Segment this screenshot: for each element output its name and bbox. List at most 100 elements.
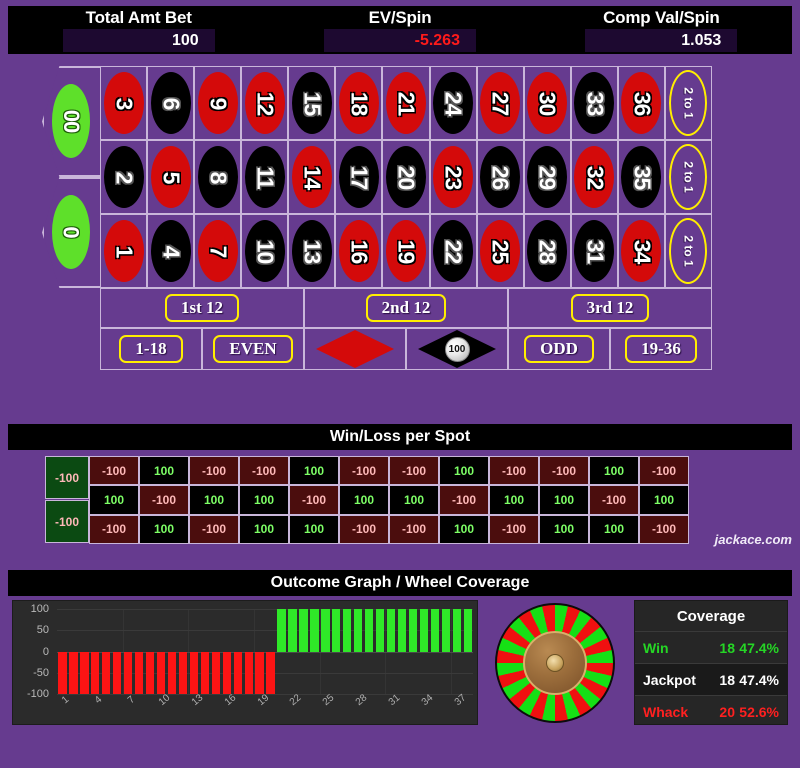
bet-spot-31[interactable]: 31 [570,214,618,288]
bet-spot-even[interactable]: EVEN [202,328,304,370]
number-label: 18 [346,91,373,115]
chart-bar [430,609,440,652]
bet-spot-34[interactable]: 34 [617,214,665,288]
bet-spot-8[interactable]: 8 [194,140,242,214]
bet-spot-19[interactable]: 19 [382,214,430,288]
chart-bars [57,609,473,694]
bet-spot-column-3[interactable]: 2 to 1 [664,214,712,288]
bet-spot-column-2[interactable]: 2 to 1 [664,140,712,214]
bet-spot-column-1[interactable]: 2 to 1 [664,66,712,140]
bet-spot-11[interactable]: 11 [241,140,289,214]
stat-value-box[interactable]: -5.263 [323,29,476,52]
number-oval: 3 [103,72,144,134]
bet-spot-18[interactable]: 18 [335,66,383,140]
x-axis-slot: 34 [418,692,436,722]
win-loss-cell: -100 [189,456,239,486]
bet-spot-2[interactable]: 2 [100,140,148,214]
win-loss-cell: 100 [289,514,339,544]
bet-spot-9[interactable]: 9 [194,66,242,140]
number-oval: 4 [150,220,191,282]
bet-spot-black[interactable]: 100 [406,328,508,370]
chart-bar-slot [101,609,112,694]
win-loss-cell: 100 [439,514,489,544]
bet-chip[interactable]: 100 [444,336,470,362]
chart-bar [178,651,188,694]
bet-spot-14[interactable]: 14 [288,140,336,214]
chart-bar-slot [408,609,419,694]
column-bet-oval: 2 to 1 [669,144,708,210]
chart-bar [69,651,78,694]
bet-spot-28[interactable]: 28 [523,214,571,288]
x-axis-slot [429,694,440,722]
bet-spot-30[interactable]: 30 [523,66,571,140]
chart-bar [156,651,166,694]
stat-value-box[interactable]: 1.053 [585,29,738,52]
column-bet-label: 2 to 1 [681,161,696,193]
stat-value: 1.053 [681,32,722,49]
bet-spot-10[interactable]: 10 [241,214,289,288]
bet-spot-1-18[interactable]: 1-18 [100,328,202,370]
bet-spot-red[interactable] [304,328,406,370]
bet-spot-1[interactable]: 1 [100,214,148,288]
bet-spot-29[interactable]: 29 [523,140,571,214]
bet-spot-0[interactable]: 0 [42,177,100,288]
bet-spot-27[interactable]: 27 [476,66,524,140]
bet-spot-13[interactable]: 13 [288,214,336,288]
bet-spot-35[interactable]: 35 [617,140,665,214]
win-loss-cell: 100 [139,514,189,544]
bet-spot-dozen-1[interactable]: 1st 12 [100,288,304,328]
bet-spot-5[interactable]: 5 [147,140,195,214]
bet-spot-36[interactable]: 36 [617,66,665,140]
number-oval: 6 [150,72,191,134]
bet-spot-24[interactable]: 24 [429,66,477,140]
number-oval: 8 [197,146,238,208]
bet-spot-4[interactable]: 4 [147,214,195,288]
bet-spot-25[interactable]: 25 [476,214,524,288]
bet-spot-3[interactable]: 3 [100,66,148,140]
bet-spot-26[interactable]: 26 [476,140,524,214]
bet-spot-00[interactable]: 00 [42,66,100,177]
bet-spot-dozen-3[interactable]: 3rd 12 [508,288,712,328]
win-loss-cell: -100 [389,514,439,544]
bet-spot-7[interactable]: 7 [194,214,242,288]
number-oval: 27 [480,72,521,134]
bet-spot-17[interactable]: 17 [335,140,383,214]
chart-bar [211,651,220,694]
bet-spot-odd[interactable]: ODD [508,328,610,370]
bet-spot-21[interactable]: 21 [382,66,430,140]
bet-spot-33[interactable]: 33 [570,66,618,140]
win-loss-cell: 100 [239,514,289,544]
x-axis-slot [375,694,386,722]
number-oval: 30 [527,72,568,134]
coverage-count: 18 [719,639,735,656]
bet-spot-20[interactable]: 20 [382,140,430,214]
chart-bar [200,651,210,694]
stat-value-box[interactable]: 100 [62,29,215,52]
bet-spot-15[interactable]: 15 [288,66,336,140]
x-axis-slot [462,694,473,722]
bet-spot-6[interactable]: 6 [147,66,195,140]
chart-bar-slot [90,609,101,694]
number-label: 15 [299,91,326,115]
number-label: 1 [111,245,138,257]
bet-spot-12[interactable]: 12 [241,66,289,140]
win-loss-header: Win/Loss per Spot [8,424,792,450]
chart-bar-slot [276,609,287,694]
x-axis-slot: 31 [386,692,403,722]
win-loss-cell: 100 [439,456,489,486]
number-label: 17 [346,165,373,189]
bet-spot-16[interactable]: 16 [335,214,383,288]
chart-bar [222,651,231,694]
bet-spot-19-36[interactable]: 19-36 [610,328,712,370]
bet-spot-32[interactable]: 32 [570,140,618,214]
win-loss-cell: 100 [489,485,539,515]
number-label: 31 [581,239,608,263]
bet-spot-23[interactable]: 23 [429,140,477,214]
number-oval: 12 [244,72,285,134]
number-label: 4 [158,245,185,257]
number-oval: 1 [103,220,144,282]
bet-spot-dozen-2[interactable]: 2nd 12 [304,288,508,328]
bet-spot-22[interactable]: 22 [429,214,477,288]
chart-bar [167,651,177,694]
chart-bar [145,651,155,694]
